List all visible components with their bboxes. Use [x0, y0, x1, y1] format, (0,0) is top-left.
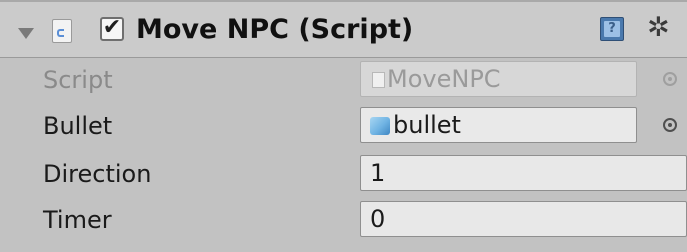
- checkmark-icon: ✔: [102, 14, 122, 40]
- field-label-bullet: Bullet: [43, 112, 113, 140]
- script-file-icon: [372, 72, 385, 88]
- gear-icon[interactable]: ✲: [647, 13, 681, 43]
- component-enabled-checkbox[interactable]: ✔: [100, 14, 124, 41]
- field-label-timer: Timer: [43, 206, 112, 234]
- script-reference-value: MoveNPC: [387, 65, 501, 93]
- field-row-direction: Direction 1: [0, 152, 687, 196]
- field-row-timer: Timer 0: [0, 198, 687, 242]
- book-help-icon[interactable]: ?: [600, 17, 624, 41]
- direction-input[interactable]: 1: [360, 155, 687, 191]
- field-row-bullet: Bullet bullet: [0, 104, 687, 148]
- object-picker-icon[interactable]: [663, 118, 677, 132]
- field-row-script: Script MoveNPC: [0, 58, 687, 102]
- bullet-reference-value: bullet: [393, 111, 461, 139]
- field-label-direction: Direction: [43, 160, 152, 188]
- fold-arrow-icon[interactable]: [18, 28, 34, 39]
- object-picker-icon: [663, 72, 677, 86]
- component-header[interactable]: ✔ Move NPC (Script) ? ✲: [0, 0, 687, 58]
- component-title: Move NPC (Script): [136, 14, 414, 45]
- prefab-cube-icon: [370, 117, 390, 135]
- inspector-component-panel: ✔ Move NPC (Script) ? ✲ Script MoveNPC B…: [0, 0, 687, 252]
- timer-input[interactable]: 0: [360, 201, 687, 237]
- bullet-reference-field[interactable]: bullet: [360, 107, 637, 143]
- script-reference-field: MoveNPC: [360, 61, 637, 97]
- help-glyph: ?: [604, 21, 620, 37]
- field-label-script: Script: [43, 66, 113, 94]
- script-file-icon: [52, 19, 72, 43]
